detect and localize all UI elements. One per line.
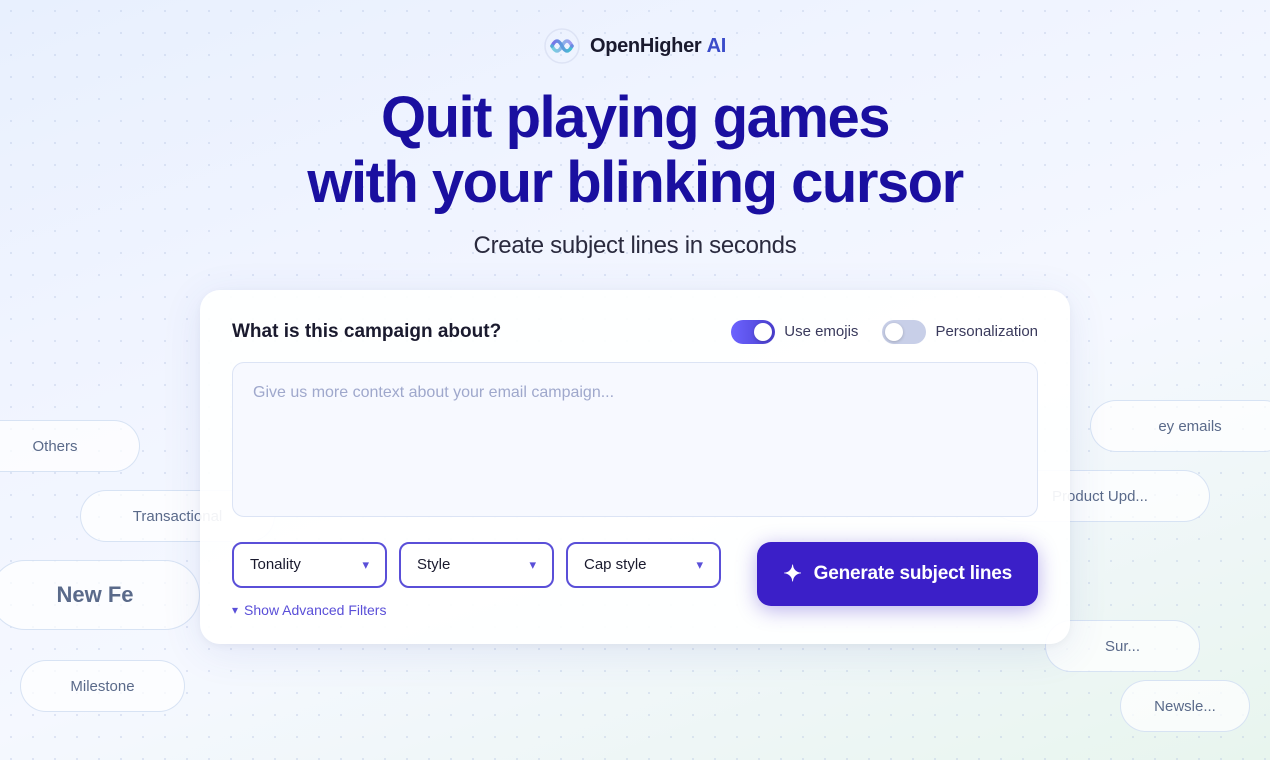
- logo-bar: OpenHigher AI: [544, 28, 726, 64]
- logo-ai: AI: [707, 35, 726, 57]
- main-card: What is this campaign about? Use emojis …: [200, 290, 1070, 644]
- hero-subtitle: Create subject lines in seconds: [307, 232, 962, 260]
- campaign-question: What is this campaign about?: [232, 321, 501, 343]
- personalization-toggle-group: Personalization: [882, 320, 1038, 344]
- tonality-chevron-icon: ▾: [362, 557, 369, 573]
- personalization-toggle-label: Personalization: [935, 323, 1038, 340]
- toggles-row: Use emojis Personalization: [731, 320, 1038, 344]
- personalization-toggle[interactable]: [882, 320, 926, 344]
- logo-text: OpenHigher AI: [590, 35, 726, 58]
- emoji-toggle-group: Use emojis: [731, 320, 858, 344]
- generate-button-label: Generate subject lines: [814, 563, 1012, 585]
- cap-style-dropdown[interactable]: Cap style ▾: [566, 542, 721, 588]
- hero-title: Quit playing games with your blinking cu…: [307, 86, 962, 216]
- generate-icon: ✦: [783, 561, 801, 587]
- campaign-textarea[interactable]: [232, 362, 1038, 517]
- cap-style-label: Cap style: [584, 556, 647, 573]
- logo-icon: [544, 28, 580, 64]
- generate-button[interactable]: ✦ Generate subject lines: [757, 542, 1038, 606]
- tonality-label: Tonality: [250, 556, 301, 573]
- cap-style-chevron-icon: ▾: [696, 557, 703, 573]
- tonality-dropdown[interactable]: Tonality ▾: [232, 542, 387, 588]
- page-container: OpenHigher AI Quit playing games with yo…: [0, 0, 1270, 760]
- show-filters-label: Show Advanced Filters: [244, 602, 386, 618]
- dropdowns-row: Tonality ▾ Style ▾ Cap style ▾: [232, 542, 721, 588]
- hero-section: Quit playing games with your blinking cu…: [307, 86, 962, 260]
- hero-title-line1: Quit playing games: [307, 86, 962, 151]
- emoji-toggle-label: Use emojis: [784, 323, 858, 340]
- style-label: Style: [417, 556, 450, 573]
- filters-chevron-icon: ▾: [232, 603, 238, 617]
- card-header: What is this campaign about? Use emojis …: [232, 320, 1038, 344]
- hero-title-line2: with your blinking cursor: [307, 151, 962, 216]
- filters-row: Tonality ▾ Style ▾ Cap style ▾ ▾ Show Ad…: [232, 542, 721, 618]
- show-advanced-filters-link[interactable]: ▾ Show Advanced Filters: [232, 602, 721, 618]
- card-bottom: Tonality ▾ Style ▾ Cap style ▾ ▾ Show Ad…: [232, 542, 1038, 618]
- style-dropdown[interactable]: Style ▾: [399, 542, 554, 588]
- style-chevron-icon: ▾: [529, 557, 536, 573]
- emoji-toggle[interactable]: [731, 320, 775, 344]
